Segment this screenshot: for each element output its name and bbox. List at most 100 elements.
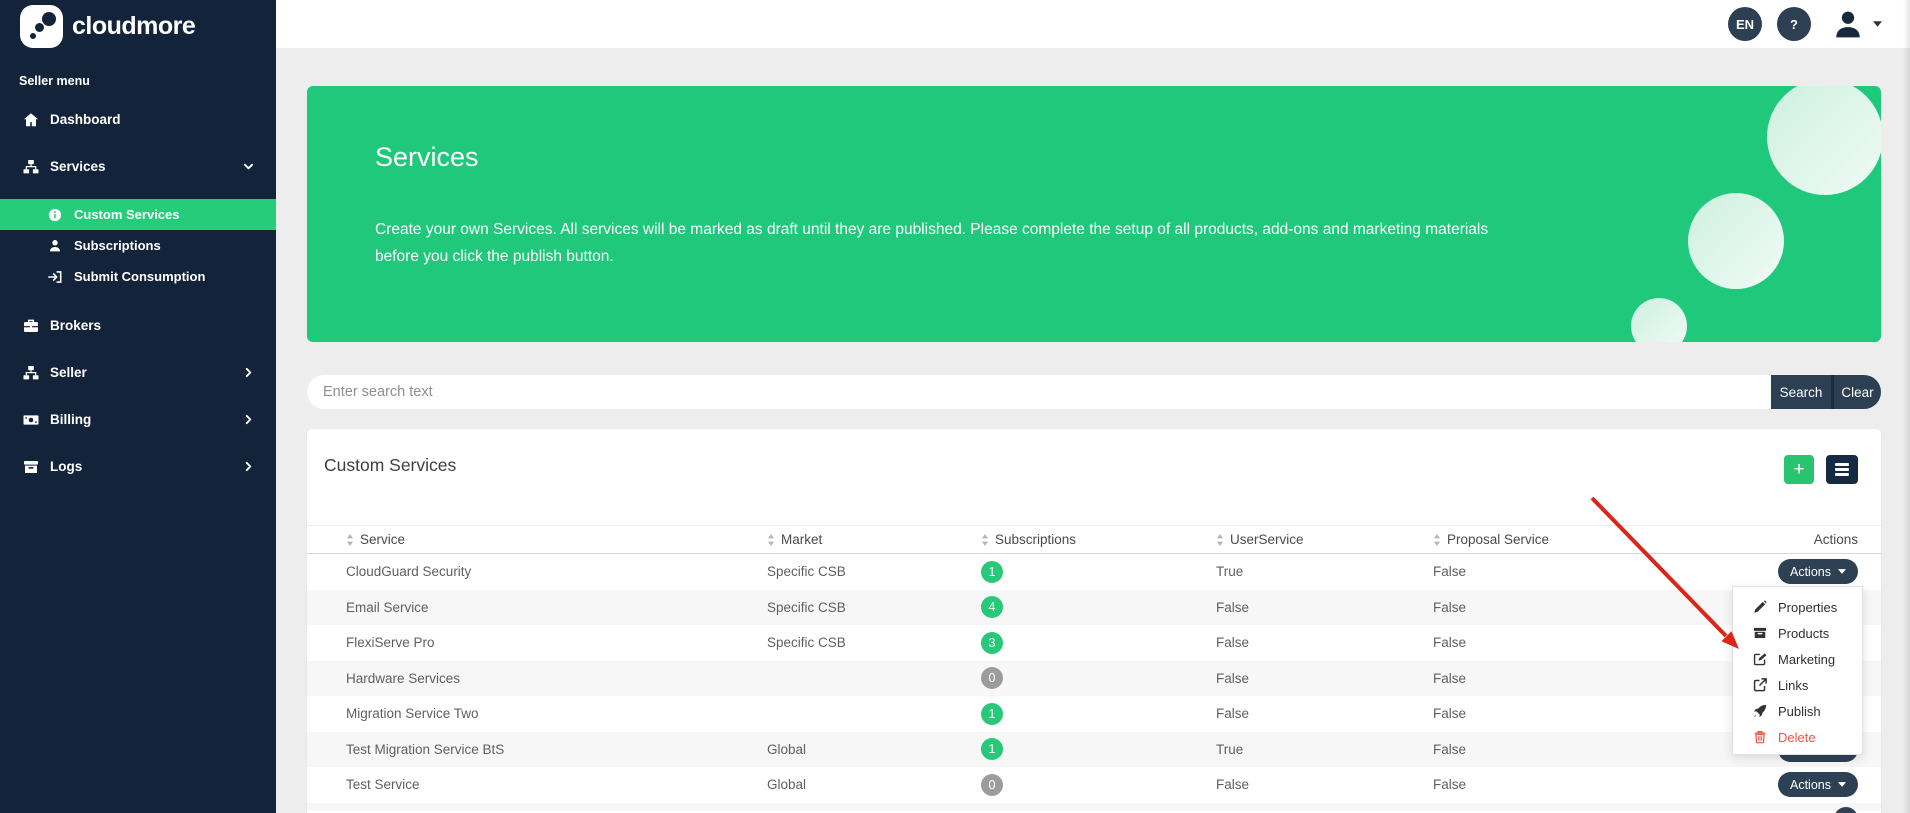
search-button[interactable]: Search: [1771, 375, 1831, 409]
sidebar-item-seller[interactable]: Seller: [0, 349, 276, 396]
table-row[interactable]: Test Migration Service BtS Global 1 True…: [307, 732, 1881, 768]
sidebar-item-brokers[interactable]: Brokers: [0, 302, 276, 349]
sidebar-item-label: Seller: [50, 365, 87, 380]
cell-userservice: False: [1216, 671, 1433, 686]
clear-button[interactable]: Clear: [1831, 375, 1881, 409]
brand-logo[interactable]: cloudmore: [0, 0, 276, 48]
subscriptions-badge: 0: [981, 774, 1003, 796]
cell-proposal-service: False: [1433, 777, 1739, 792]
home-icon: [22, 111, 39, 128]
sitemap-icon: [22, 158, 39, 175]
column-header-market[interactable]: Market: [767, 532, 981, 547]
language-button[interactable]: EN: [1728, 7, 1762, 41]
sidebar-item-custom-services[interactable]: Custom Services: [0, 199, 276, 230]
cell-proposal-service: False: [1433, 671, 1739, 686]
cell-service: CloudGuard Security: [346, 564, 767, 579]
row-actions-button[interactable]: [1834, 807, 1858, 813]
sidebar-item-label: Subscriptions: [74, 238, 161, 253]
cell-service: Test Service: [346, 777, 767, 792]
sort-icon: [767, 534, 775, 546]
trash-icon: [1753, 730, 1767, 744]
menu-item-marketing[interactable]: Marketing: [1733, 646, 1862, 672]
column-header-service[interactable]: Service: [346, 532, 767, 547]
sidebar-item-billing[interactable]: Billing: [0, 396, 276, 443]
actions-dropdown-menu: Properties Products Marketing: [1732, 586, 1863, 755]
cell-proposal-service: False: [1433, 706, 1739, 721]
sidebar-item-label: Logs: [50, 459, 82, 474]
menu-item-publish[interactable]: Publish: [1733, 698, 1862, 724]
subscriptions-badge: 0: [981, 667, 1003, 689]
user-menu-button[interactable]: [1832, 8, 1882, 40]
sidebar-item-submit-consumption[interactable]: Submit Consumption: [0, 261, 276, 292]
column-header-subscriptions[interactable]: Subscriptions: [981, 532, 1216, 547]
topbar: EN ?: [276, 0, 1910, 48]
cell-userservice: False: [1216, 635, 1433, 650]
sidebar-item-label: Custom Services: [74, 207, 180, 222]
rocket-icon: [1753, 704, 1767, 718]
row-actions-button[interactable]: Actions: [1778, 772, 1858, 797]
table-row[interactable]: Migration Service Two 1 False False: [307, 696, 1881, 732]
table-row[interactable]: Email Service Specific CSB 4 False False: [307, 590, 1881, 626]
table-row-partial[interactable]: [307, 803, 1881, 811]
card-title: Custom Services: [324, 455, 456, 476]
decorative-circle: [1688, 193, 1784, 289]
sitemap-icon: [22, 364, 39, 381]
subscriptions-badge: 1: [981, 738, 1003, 760]
sidebar-item-logs[interactable]: Logs: [0, 443, 276, 490]
user-avatar-icon: [1832, 8, 1864, 40]
briefcase-icon: [22, 317, 39, 334]
chevron-right-icon: [243, 414, 254, 425]
services-table: Service Market Subscriptions UserSe: [307, 525, 1881, 811]
cell-proposal-service: False: [1433, 635, 1739, 650]
cell-userservice: True: [1216, 742, 1433, 757]
main-pane: EN ? Services Create your own Services. …: [276, 0, 1910, 813]
caret-down-icon: [1873, 21, 1882, 27]
sort-icon: [981, 534, 989, 546]
table-row[interactable]: Test Service Global 0 False False Action…: [307, 767, 1881, 803]
sidebar-item-label: Billing: [50, 412, 91, 427]
menu-item-links[interactable]: Links: [1733, 672, 1862, 698]
sidebar-item-services[interactable]: Services: [0, 143, 276, 190]
sidebar-item-dashboard[interactable]: Dashboard: [0, 96, 276, 143]
banner-title: Services: [375, 142, 479, 173]
cell-market: Global: [767, 742, 981, 757]
sort-icon: [1433, 534, 1441, 546]
screen: cloudmore Seller menu Dashboard Services: [0, 0, 1910, 813]
cell-market: Global: [767, 777, 981, 792]
plus-icon: +: [1793, 460, 1804, 479]
cell-userservice: False: [1216, 777, 1433, 792]
column-header-proposal-service[interactable]: Proposal Service: [1433, 532, 1739, 547]
list-view-button[interactable]: [1826, 455, 1858, 484]
table-header-row: Service Market Subscriptions UserSe: [307, 525, 1881, 554]
services-submenu: Custom Services Subscriptions Submit Con…: [0, 199, 276, 292]
archive-box-icon: [22, 458, 39, 475]
sidebar-item-subscriptions[interactable]: Subscriptions: [0, 230, 276, 261]
custom-services-card: Custom Services + Service: [307, 429, 1881, 813]
chevron-right-icon: [243, 367, 254, 378]
menu-item-delete[interactable]: Delete: [1733, 724, 1862, 750]
add-service-button[interactable]: +: [1784, 455, 1814, 484]
caret-down-icon: [1838, 569, 1846, 574]
cell-service: Email Service: [346, 600, 767, 615]
cell-market: Specific CSB: [767, 600, 981, 615]
column-header-userservice[interactable]: UserService: [1216, 532, 1433, 547]
user-icon: [48, 239, 62, 253]
cell-service: Migration Service Two: [346, 706, 767, 721]
row-actions-button-open[interactable]: Actions: [1778, 559, 1858, 584]
menu-item-properties[interactable]: Properties: [1733, 594, 1862, 620]
cell-userservice: False: [1216, 600, 1433, 615]
search-input[interactable]: [307, 375, 1771, 409]
sidebar: cloudmore Seller menu Dashboard Services: [0, 0, 276, 813]
table-row[interactable]: Hardware Services 0 False False: [307, 661, 1881, 697]
table-row[interactable]: CloudGuard Security Specific CSB 1 True …: [307, 554, 1881, 590]
card-header-actions: +: [1784, 455, 1858, 484]
subscriptions-badge: 1: [981, 561, 1003, 583]
decorative-circle: [1767, 86, 1881, 195]
cell-market: Specific CSB: [767, 564, 981, 579]
help-button[interactable]: ?: [1777, 7, 1811, 41]
decorative-circle: [1631, 298, 1687, 342]
menu-item-products[interactable]: Products: [1733, 620, 1862, 646]
caret-down-icon: [1838, 782, 1846, 787]
table-row[interactable]: FlexiServe Pro Specific CSB 3 False Fals…: [307, 625, 1881, 661]
list-icon: [1835, 461, 1849, 479]
